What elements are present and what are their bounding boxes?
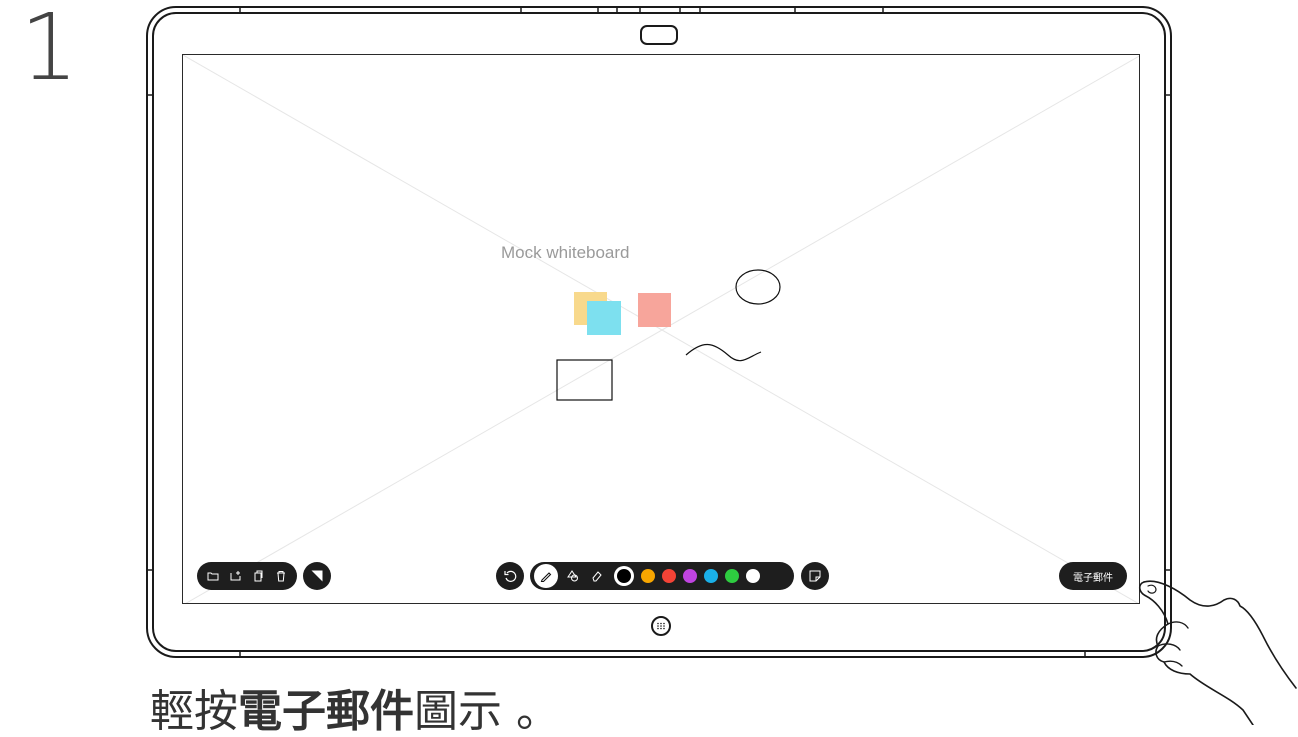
- instruction-caption: 輕按電子郵件圖示 。: [150, 690, 560, 734]
- drawn-rectangle: [556, 359, 613, 401]
- home-button[interactable]: [651, 616, 671, 636]
- color-swatch-green[interactable]: [725, 569, 739, 583]
- sticky-note-cyan: [587, 301, 621, 335]
- new-page-icon[interactable]: [230, 570, 242, 582]
- delete-icon[interactable]: [275, 570, 287, 582]
- drawn-wave: [685, 343, 762, 362]
- drawing-toolbar: [530, 562, 794, 590]
- home-grid-icon: [656, 622, 666, 630]
- color-swatch-black-fill: [617, 569, 631, 583]
- color-swatch-black[interactable]: [614, 566, 634, 586]
- caption-suffix: 圖示 。: [414, 686, 560, 737]
- undo-icon: [503, 569, 517, 583]
- sticky-note-salmon: [638, 293, 671, 327]
- sticky-note-button[interactable]: [801, 562, 829, 590]
- color-swatch-white[interactable]: [746, 569, 760, 583]
- sticky-note-icon: [809, 570, 821, 582]
- color-swatch-blue[interactable]: [704, 569, 718, 583]
- email-button[interactable]: 電子郵件: [1059, 562, 1127, 590]
- color-swatch-red[interactable]: [662, 569, 676, 583]
- background-toggle-button[interactable]: [303, 562, 331, 590]
- pen-tool-button[interactable]: [534, 564, 558, 588]
- hand-pointer-icon: [1138, 580, 1297, 725]
- pen-icon: [539, 569, 553, 583]
- undo-button[interactable]: [496, 562, 524, 590]
- folder-icon[interactable]: [207, 570, 219, 582]
- caption-emphasis: 電子郵件: [238, 686, 414, 737]
- color-swatch-orange[interactable]: [641, 569, 655, 583]
- shape-icon[interactable]: [566, 569, 580, 583]
- background-toggle-icon: [311, 570, 323, 582]
- caption-prefix: 輕按: [150, 686, 238, 737]
- whiteboard-screen[interactable]: Mock whiteboard 電子郵件: [182, 54, 1140, 604]
- copy-icon[interactable]: [252, 570, 264, 582]
- color-swatch-purple[interactable]: [683, 569, 697, 583]
- eraser-icon[interactable]: [590, 569, 604, 583]
- color-swatches: [614, 566, 760, 586]
- mock-whiteboard-label: Mock whiteboard: [501, 243, 630, 262]
- whiteboard-canvas[interactable]: [183, 55, 1140, 604]
- file-toolbar: [197, 562, 297, 590]
